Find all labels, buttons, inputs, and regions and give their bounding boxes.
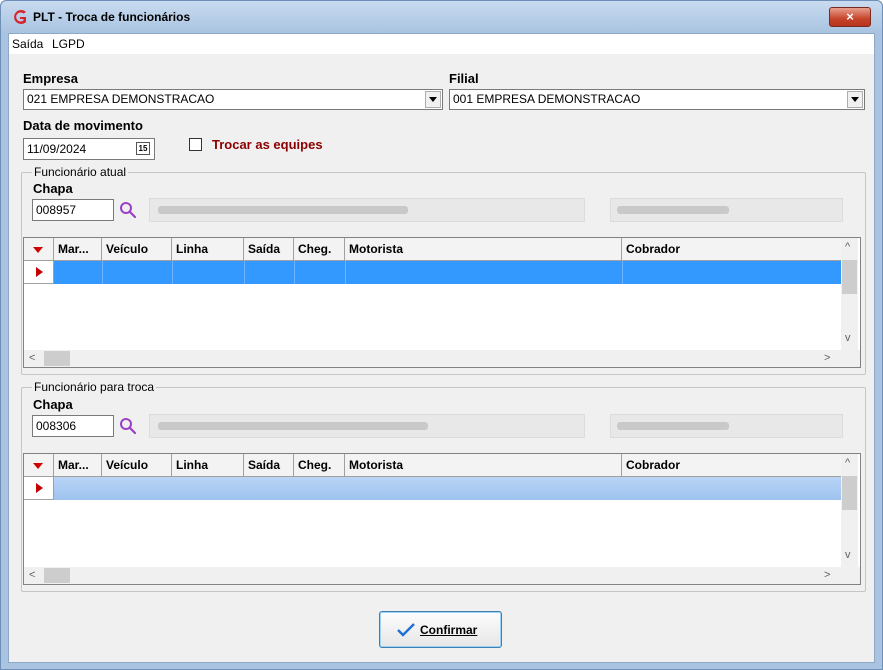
cargo-atual-field <box>610 198 843 222</box>
chevron-down-icon <box>851 97 859 102</box>
scroll-left-icon[interactable]: < <box>29 352 35 364</box>
grid-header: Mar... Veículo Linha Saída Cheg. Motoris… <box>24 238 841 261</box>
scroll-thumb[interactable] <box>44 351 70 366</box>
client-area: Saída LGPD Empresa 021 EMPRESA DEMONSTRA… <box>8 33 875 663</box>
title-bar[interactable]: PLT - Troca de funcionários × <box>1 1 882 33</box>
col-cobrador[interactable]: Cobrador <box>622 238 841 260</box>
filial-value: 001 EMPRESA DEMONSTRACAO <box>453 92 641 106</box>
chapa-troca-label: Chapa <box>33 397 73 412</box>
search-icon[interactable] <box>119 417 137 435</box>
filial-select[interactable]: 001 EMPRESA DEMONSTRACAO <box>449 89 865 110</box>
trocar-equipes-checkbox[interactable] <box>189 138 202 151</box>
col-linha[interactable]: Linha <box>172 454 244 476</box>
empresa-select[interactable]: 021 EMPRESA DEMONSTRACAO <box>23 89 443 110</box>
row-indicator[interactable] <box>24 261 54 284</box>
col-marcacao[interactable]: Mar... <box>54 238 102 260</box>
col-saida[interactable]: Saída <box>244 238 294 260</box>
table-row[interactable] <box>54 477 841 500</box>
redacted-name <box>158 422 428 430</box>
app-window: PLT - Troca de funcionários × Saída LGPD… <box>0 0 883 670</box>
scroll-left-icon[interactable]: < <box>29 569 35 581</box>
filial-label: Filial <box>449 71 479 86</box>
chapa-atual-value: 008957 <box>36 203 77 217</box>
filial-dropdown-button[interactable] <box>847 91 863 108</box>
grid-corner[interactable] <box>24 238 54 260</box>
scroll-up-icon[interactable]: ^ <box>845 241 850 253</box>
scroll-thumb[interactable] <box>842 260 857 294</box>
col-marcacao[interactable]: Mar... <box>54 454 102 476</box>
empresa-label: Empresa <box>23 71 78 86</box>
nome-atual-field <box>149 198 585 222</box>
col-chegada[interactable]: Cheg. <box>294 238 345 260</box>
scroll-down-icon[interactable]: v <box>845 549 851 561</box>
current-row-icon <box>36 483 43 493</box>
chapa-atual-label: Chapa <box>33 181 73 196</box>
chapa-atual-input[interactable]: 008957 <box>32 199 114 221</box>
escala-troca-grid[interactable]: Mar... Veículo Linha Saída Cheg. Motoris… <box>23 453 861 585</box>
app-logo-icon <box>14 10 26 24</box>
col-chegada[interactable]: Cheg. <box>294 454 345 476</box>
data-movimento-label: Data de movimento <box>23 118 143 133</box>
col-cobrador[interactable]: Cobrador <box>622 454 841 476</box>
current-row-icon <box>36 267 43 277</box>
scroll-up-icon[interactable]: ^ <box>845 457 850 469</box>
col-linha[interactable]: Linha <box>172 238 244 260</box>
funcionario-troca-title: Funcionário para troca <box>32 380 157 394</box>
redacted-name <box>158 206 408 214</box>
close-icon: × <box>846 9 854 24</box>
col-veiculo[interactable]: Veículo <box>102 238 172 260</box>
confirm-label: Confirmar <box>420 623 478 637</box>
cargo-troca-field <box>610 414 843 438</box>
search-icon[interactable] <box>119 201 137 219</box>
col-motorista[interactable]: Motorista <box>345 454 622 476</box>
horizontal-scrollbar[interactable]: < > <box>24 567 860 584</box>
scroll-down-icon[interactable]: v <box>845 332 851 344</box>
menu-saida[interactable]: Saída <box>12 37 43 51</box>
sort-down-icon <box>33 463 43 469</box>
grid-corner[interactable] <box>24 454 54 476</box>
data-movimento-field[interactable]: 11/09/2024 15 <box>23 138 155 160</box>
sort-down-icon <box>33 247 43 253</box>
window-title: PLT - Troca de funcionários <box>33 10 191 24</box>
check-icon <box>397 623 415 637</box>
trocar-equipes-label[interactable]: Trocar as equipes <box>212 137 323 152</box>
col-veiculo[interactable]: Veículo <box>102 454 172 476</box>
table-row[interactable] <box>54 261 841 284</box>
close-button[interactable]: × <box>829 7 871 27</box>
scroll-thumb[interactable] <box>842 476 857 510</box>
funcionario-atual-title: Funcionário atual <box>32 165 129 179</box>
redacted-role <box>617 422 729 430</box>
chapa-troca-input[interactable]: 008306 <box>32 415 114 437</box>
vertical-scrollbar[interactable]: ^ v <box>841 454 858 567</box>
chevron-down-icon <box>429 97 437 102</box>
scroll-right-icon[interactable]: > <box>824 569 830 581</box>
row-indicator[interactable] <box>24 477 54 500</box>
grid-header: Mar... Veículo Linha Saída Cheg. Motoris… <box>24 454 841 477</box>
empresa-dropdown-button[interactable] <box>425 91 441 108</box>
nome-troca-field <box>149 414 585 438</box>
empresa-value: 021 EMPRESA DEMONSTRACAO <box>27 92 215 106</box>
scroll-right-icon[interactable]: > <box>824 352 830 364</box>
horizontal-scrollbar[interactable]: < > <box>24 350 860 367</box>
redacted-role <box>617 206 729 214</box>
scroll-thumb[interactable] <box>44 568 70 583</box>
confirm-button[interactable]: Confirmar <box>379 611 502 648</box>
escala-atual-grid[interactable]: Mar... Veículo Linha Saída Cheg. Motoris… <box>23 237 861 368</box>
col-motorista[interactable]: Motorista <box>345 238 622 260</box>
vertical-scrollbar[interactable]: ^ v <box>841 238 858 350</box>
data-movimento-value: 11/09/2024 <box>27 142 87 156</box>
col-saida[interactable]: Saída <box>244 454 294 476</box>
menu-lgpd[interactable]: LGPD <box>52 37 85 51</box>
menu-bar: Saída LGPD <box>9 34 874 54</box>
chapa-troca-value: 008306 <box>36 419 77 433</box>
calendar-icon[interactable]: 15 <box>136 142 150 155</box>
